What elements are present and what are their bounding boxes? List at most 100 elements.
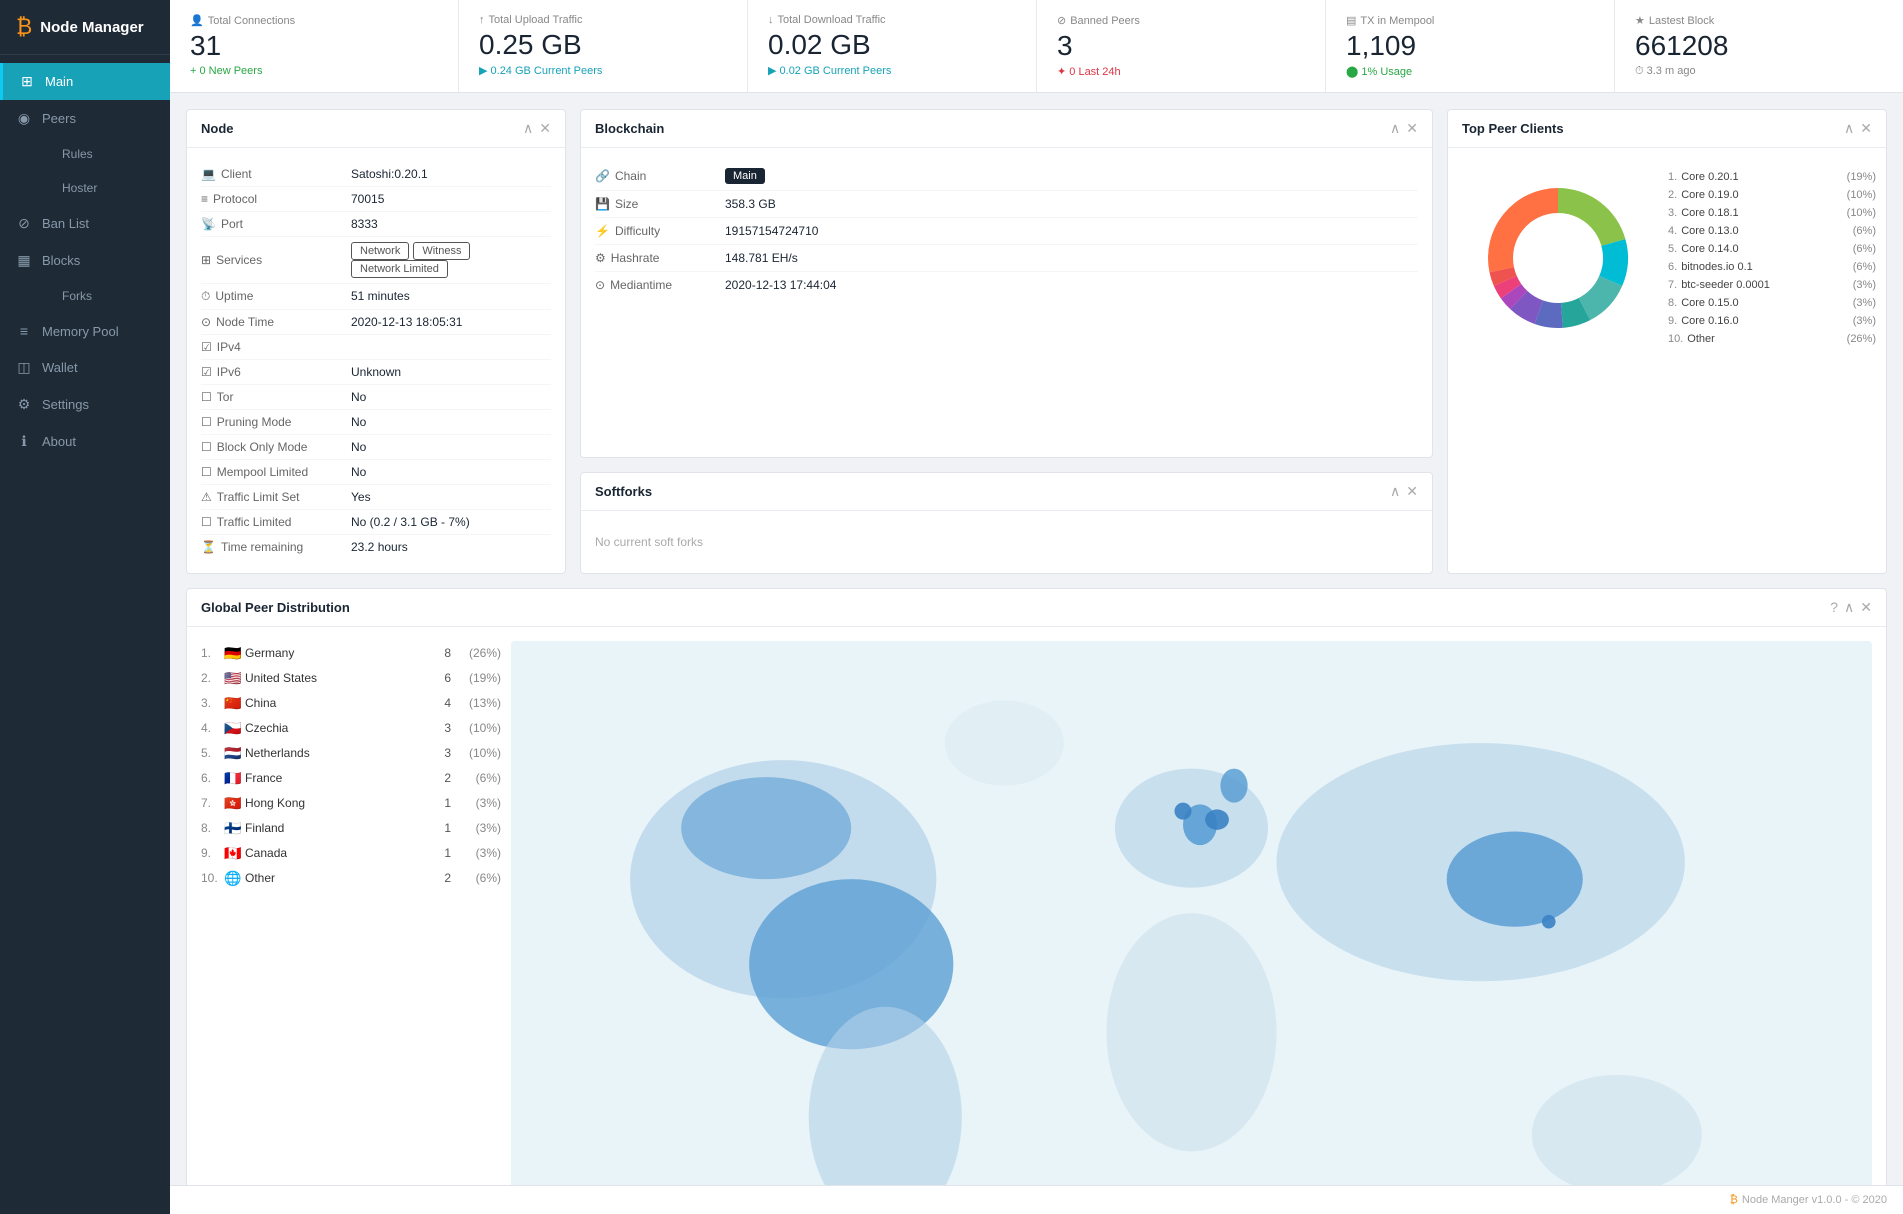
sidebar-label-mempool: Memory Pool: [42, 324, 119, 339]
node-value-7: Unknown: [351, 365, 551, 379]
sidebar-label-banlist: Ban List: [42, 216, 89, 231]
sidebar-label-settings: Settings: [42, 397, 89, 412]
stat-sub-1: ▶ 0.24 GB Current Peers: [479, 64, 727, 77]
node-label-9: ☐Pruning Mode: [201, 415, 351, 429]
softforks-body: No current soft forks: [581, 511, 1432, 573]
dist-flag-0: 🇩🇪: [221, 645, 245, 662]
peer-rank-3: 4.Core 0.13.0: [1668, 225, 1739, 237]
donut-container: 1.Core 0.20.1(19%)2.Core 0.19.0(10%)3.Co…: [1448, 148, 1886, 368]
softforks-empty: No current soft forks: [595, 525, 1418, 559]
sidebar-item-about[interactable]: ℹAbout: [0, 423, 170, 460]
top-peers-header: Top Peer Clients ∧ ✕: [1448, 110, 1886, 148]
dist-flag-2: 🇨🇳: [221, 695, 245, 712]
stat-icon-3: ⊘: [1057, 14, 1066, 27]
sidebar-item-main[interactable]: ⊞Main: [0, 63, 170, 100]
close-icon[interactable]: ✕: [1860, 599, 1872, 616]
dist-count-7: 1: [421, 821, 451, 835]
sidebar-item-rules[interactable]: Rules: [0, 137, 170, 171]
peer-rank-0: 1.Core 0.20.1: [1668, 171, 1739, 183]
close-icon[interactable]: ✕: [1406, 120, 1418, 137]
stats-bar: 👤Total Connections 31 + 0 New Peers ↑Tot…: [170, 0, 1903, 93]
sidebar-item-mempool[interactable]: ≡Memory Pool: [0, 313, 170, 349]
node-panel-body: 💻ClientSatoshi:0.20.1≡Protocol70015📡Port…: [187, 148, 565, 573]
sidebar-icon-about: ℹ: [16, 433, 32, 450]
close-icon[interactable]: ✕: [1860, 120, 1872, 137]
node-value-4: 51 minutes: [351, 289, 551, 303]
blockchain-title: Blockchain: [595, 121, 664, 136]
blockchain-controls[interactable]: ∧ ✕: [1390, 120, 1418, 137]
sidebar-item-blocks[interactable]: ▦Blocks: [0, 242, 170, 279]
bc-row-1: 💾Size358.3 GB: [595, 191, 1418, 218]
dist-row-3: 4. 🇨🇿 Czechia 3 (10%): [201, 716, 501, 741]
node-label-1: ≡Protocol: [201, 192, 351, 206]
dist-rank-1: 2.: [201, 671, 221, 685]
top-panels-row: Node ∧ ✕ 💻ClientSatoshi:0.20.1≡Protocol7…: [186, 109, 1887, 574]
peer-rank-9: 10.Other: [1668, 333, 1715, 345]
bc-row-4: ⊙Mediantime2020-12-13 17:44:04: [595, 272, 1418, 298]
global-peer-controls[interactable]: ? ∧ ✕: [1830, 599, 1872, 616]
sidebar-icon-banlist: ⊘: [16, 215, 32, 232]
node-panel-controls[interactable]: ∧ ✕: [523, 120, 551, 137]
bc-label-1: 💾Size: [595, 197, 725, 211]
collapse-icon[interactable]: ∧: [1844, 120, 1854, 137]
dist-flag-3: 🇨🇿: [221, 720, 245, 737]
collapse-icon[interactable]: ∧: [1390, 120, 1400, 137]
peer-pct-1: (10%): [1847, 189, 1876, 201]
blockchain-header: Blockchain ∧ ✕: [581, 110, 1432, 148]
node-label-13: ☐Traffic Limited: [201, 515, 351, 529]
peer-pct-0: (19%): [1847, 171, 1876, 183]
stat-sub-4: ⬤ 1% Usage: [1346, 65, 1594, 78]
node-row-0: 💻ClientSatoshi:0.20.1: [201, 162, 551, 187]
node-panel-header: Node ∧ ✕: [187, 110, 565, 148]
global-peer-panel: Global Peer Distribution ? ∧ ✕ 1. 🇩🇪 Ger…: [186, 588, 1887, 1185]
badge-Network-Limited: Network Limited: [351, 260, 448, 278]
dist-pct-6: (3%): [451, 796, 501, 810]
dist-row-8: 9. 🇨🇦 Canada 1 (3%): [201, 841, 501, 866]
softforks-controls[interactable]: ∧ ✕: [1390, 483, 1418, 500]
peer-pct-5: (6%): [1853, 261, 1876, 273]
dist-rank-5: 6.: [201, 771, 221, 785]
app-title: Node Manager: [40, 19, 143, 36]
close-icon[interactable]: ✕: [539, 120, 551, 137]
dist-pct-5: (6%): [451, 771, 501, 785]
dist-flag-8: 🇨🇦: [221, 845, 245, 862]
stat-value-1: 0.25 GB: [479, 30, 727, 61]
stat-icon-0: 👤: [190, 14, 204, 27]
help-icon[interactable]: ?: [1830, 599, 1838, 616]
sidebar-item-settings[interactable]: ⚙Settings: [0, 386, 170, 423]
sidebar-item-wallet[interactable]: ◫Wallet: [0, 349, 170, 386]
stat-card-4: ▤TX in Mempool 1,109 ⬤ 1% Usage: [1326, 0, 1615, 92]
dist-country-2: China: [245, 696, 421, 710]
stat-card-2: ↓Total Download Traffic 0.02 GB ▶ 0.02 G…: [748, 0, 1037, 92]
bc-value-4: 2020-12-13 17:44:04: [725, 278, 836, 292]
sidebar-item-forks[interactable]: Forks: [0, 279, 170, 313]
stat-icon-1: ↑: [479, 14, 485, 26]
collapse-icon[interactable]: ∧: [1390, 483, 1400, 500]
collapse-icon[interactable]: ∧: [523, 120, 533, 137]
node-value-3: NetworkWitnessNetwork Limited: [351, 242, 551, 278]
collapse-icon[interactable]: ∧: [1844, 599, 1854, 616]
peer-rank-8: 9.Core 0.16.0: [1668, 315, 1739, 327]
node-panel: Node ∧ ✕ 💻ClientSatoshi:0.20.1≡Protocol7…: [186, 109, 566, 574]
peer-item-1: 2.Core 0.19.0(10%): [1668, 186, 1876, 204]
stat-card-0: 👤Total Connections 31 + 0 New Peers: [170, 0, 459, 92]
peer-pct-6: (3%): [1853, 279, 1876, 291]
sidebar-item-banlist[interactable]: ⊘ Ban List: [0, 205, 170, 242]
dist-country-8: Canada: [245, 846, 421, 860]
bitcoin-footer-icon: ₿: [1730, 1194, 1738, 1206]
node-value-5: 2020-12-13 18:05:31: [351, 315, 551, 329]
close-icon[interactable]: ✕: [1406, 483, 1418, 500]
softforks-panel: Softforks ∧ ✕ No current soft forks: [580, 472, 1433, 574]
app-logo: ₿ Node Manager: [0, 0, 170, 55]
node-label-10: ☐Block Only Mode: [201, 440, 351, 454]
sidebar-item-hoster[interactable]: Hoster: [0, 171, 170, 205]
dist-rank-8: 9.: [201, 846, 221, 860]
top-peers-controls[interactable]: ∧ ✕: [1844, 120, 1872, 137]
sidebar-item-peers[interactable]: ◉Peers: [0, 100, 170, 137]
node-row-9: ☐Pruning ModeNo: [201, 410, 551, 435]
dist-rank-0: 1.: [201, 646, 221, 660]
stat-value-0: 31: [190, 31, 438, 62]
dist-count-8: 1: [421, 846, 451, 860]
bc-value-3: 148.781 EH/s: [725, 251, 798, 265]
stat-label-3: ⊘Banned Peers: [1057, 14, 1305, 27]
